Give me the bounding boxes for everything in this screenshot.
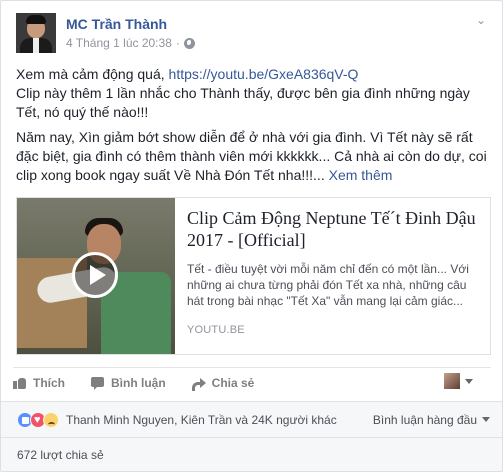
link-card-body: Clip Cảm Động Neptune Tế´t Đinh Dậu 2017… [175, 198, 490, 354]
caret-down-icon [482, 417, 490, 422]
share-label: Chia sẻ [211, 375, 255, 390]
link-preview-card[interactable]: Clip Cảm Động Neptune Tế´t Đinh Dậu 2017… [16, 197, 491, 355]
post-paragraph-2: Năm nay, Xìn giảm bớt show diễn để ở nhà… [16, 128, 490, 185]
post-header: MC Trần Thành 4 Tháng 1 lúc 20:38 · [16, 13, 195, 55]
like-button[interactable]: Thích [13, 376, 65, 390]
sad-reaction-icon[interactable] [43, 411, 59, 428]
post-meta: 4 Tháng 1 lúc 20:38 · [66, 35, 195, 51]
action-bar: Thích Bình luận Chia sẻ [13, 367, 491, 397]
post-timestamp[interactable]: 4 Tháng 1 lúc 20:38 [66, 35, 172, 51]
share-icon [191, 376, 206, 391]
meta-separator: · [175, 36, 180, 50]
video-thumbnail[interactable] [17, 198, 175, 354]
share-count-label: 672 lượt chia sẻ [17, 448, 104, 462]
link-card-title[interactable]: Clip Cảm Động Neptune Tế´t Đinh Dậu 2017… [187, 207, 480, 253]
avatar-shirt [33, 38, 39, 53]
actor-avatar [444, 373, 460, 389]
avatar-hair [26, 15, 46, 24]
author-name[interactable]: MC Trần Thành [66, 16, 195, 33]
post-paragraph-1-rest: Clip này thêm 1 lần nhắc cho Thành thấy,… [16, 85, 470, 120]
post-text: Xem mà cảm động quá, https://youtu.be/Gx… [16, 65, 490, 191]
link-card-description: Tết - điều tuyệt vời mỗi năm chỉ đến có … [187, 262, 469, 308]
link-card-domain: YOUTU.BE [187, 324, 245, 336]
play-icon[interactable] [72, 252, 118, 298]
like-label: Thích [33, 375, 65, 390]
share-count[interactable]: 672 lượt chia sẻ [1, 437, 502, 471]
comment-button[interactable]: Bình luận [91, 376, 166, 390]
comment-icon [91, 376, 105, 390]
thumbs-up-icon [13, 376, 27, 390]
comment-ranking-label: Bình luận hàng đầu [372, 412, 477, 427]
reaction-names[interactable]: Thanh Minh Nguyen, Kiên Trần và 24K ngườ… [66, 413, 337, 427]
post-line-prefix: Xem mà cảm động quá, [16, 66, 169, 82]
reactions-bar: Thanh Minh Nguyen, Kiên Trần và 24K ngườ… [1, 401, 502, 437]
globe-icon[interactable] [183, 37, 195, 49]
post-paragraph-1: Xem mà cảm động quá, https://youtu.be/Gx… [16, 65, 490, 122]
post-link[interactable]: https://youtu.be/GxeA836qV-Q [169, 66, 359, 82]
see-more-link[interactable]: Xem thêm [329, 167, 393, 183]
comment-label: Bình luận [111, 375, 166, 390]
feed-post: MC Trần Thành 4 Tháng 1 lúc 20:38 · ⌄ Xe… [0, 0, 503, 472]
post-paragraph-2-text: Năm nay, Xìn giảm bớt show diễn để ở nhà… [16, 129, 487, 183]
header-text: MC Trần Thành 4 Tháng 1 lúc 20:38 · [66, 13, 195, 55]
actor-selector[interactable] [444, 373, 473, 389]
share-button[interactable]: Chia sẻ [191, 375, 255, 391]
caret-down-icon [465, 378, 473, 384]
chevron-down-icon[interactable]: ⌄ [474, 14, 488, 26]
comment-ranking-dropdown[interactable]: Bình luận hàng đầu [373, 413, 490, 427]
author-avatar[interactable] [16, 13, 56, 53]
